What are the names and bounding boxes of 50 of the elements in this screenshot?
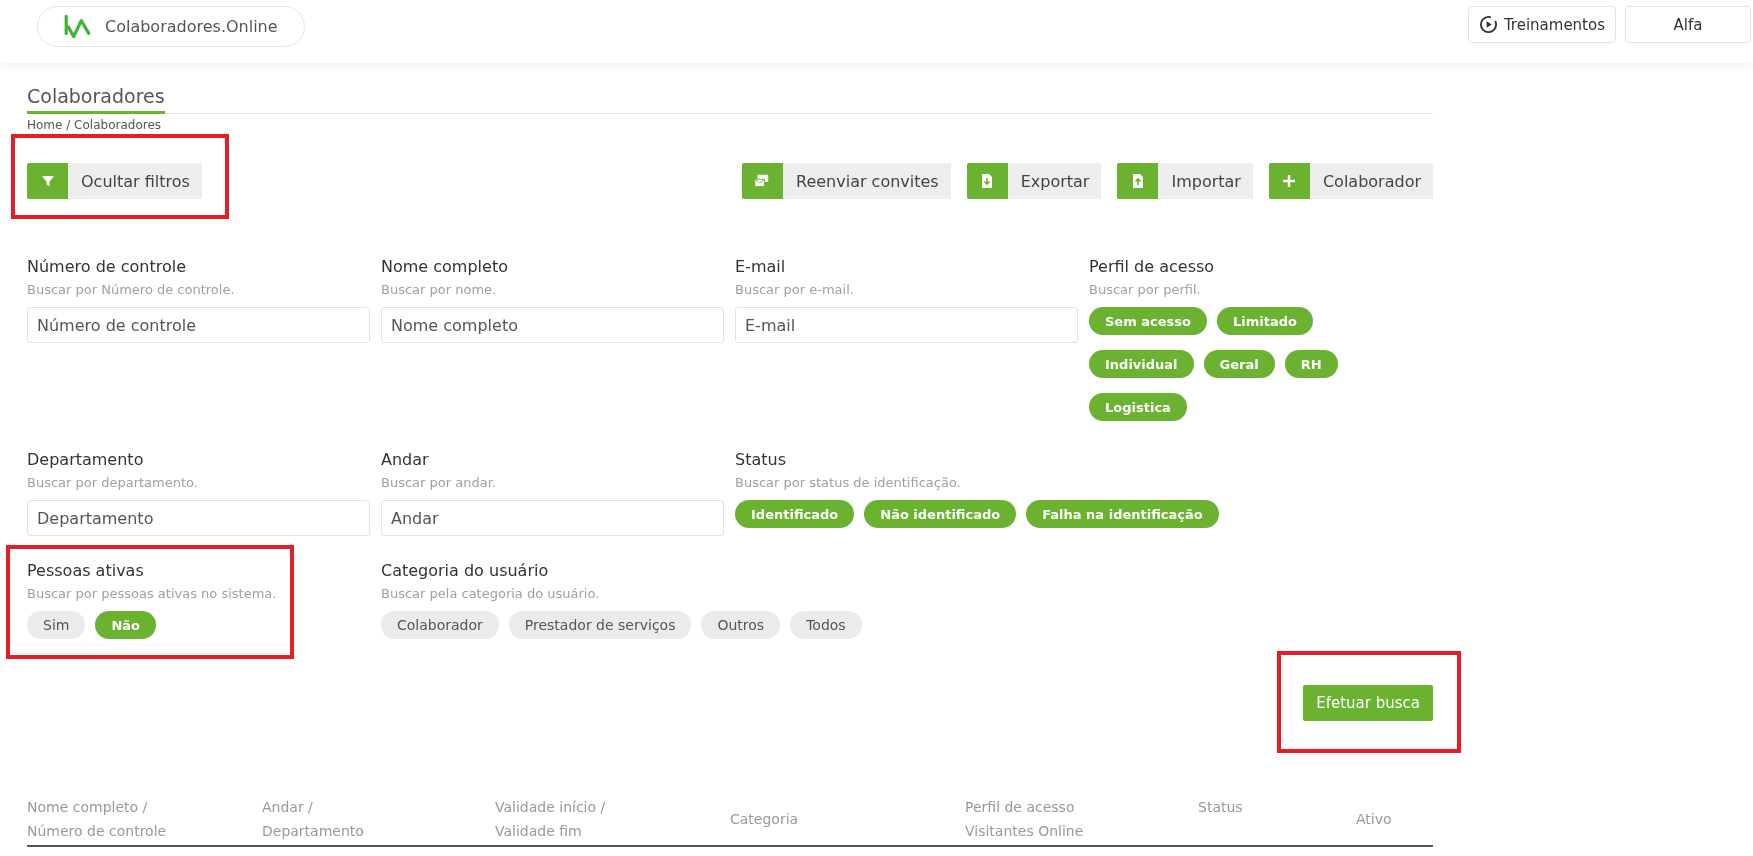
column-header: Perfil de acesso Visitantes Online — [965, 798, 1085, 841]
filter-hint: Buscar por Número de controle. — [27, 282, 236, 297]
filter-hint: Buscar por e-mail. — [735, 282, 855, 297]
text-input[interactable]: Andar — [381, 500, 724, 536]
filter-label: Andar — [381, 450, 430, 469]
filter-label: Categoria do usuário — [381, 561, 550, 580]
filter-label: Status — [735, 450, 787, 469]
filter-chip[interactable]: Todos — [790, 611, 862, 639]
filter-label: Departamento — [27, 450, 145, 469]
filter-label: Pessoas ativas — [27, 561, 145, 580]
breadcrumb: Home / Colaboradores — [27, 118, 163, 132]
filter-chip[interactable]: Colaborador — [381, 611, 499, 639]
filter-chip[interactable]: Sim — [27, 611, 86, 639]
filter-hint: Buscar por perfil. — [1089, 282, 1202, 297]
filter-label: Perfil de acesso — [1089, 257, 1216, 276]
column-header: Categoria — [730, 810, 800, 829]
text-input[interactable]: E-mail — [735, 307, 1078, 343]
plus-icon — [1281, 173, 1298, 189]
filter-hint: Buscar por nome. — [381, 282, 498, 297]
filter-hint: Buscar por pessoas ativas no sistema. — [27, 586, 277, 601]
action-button[interactable]: Importar — [1117, 163, 1253, 199]
action-button[interactable]: Reenviar convites — [742, 163, 951, 199]
filter-label: Número de controle — [27, 257, 188, 276]
text-input[interactable]: Departamento — [27, 500, 370, 536]
filter-hint: Buscar por andar. — [381, 475, 497, 490]
column-header: Nome completo / Número de controle — [27, 798, 168, 841]
text-input[interactable]: Nome completo — [381, 307, 724, 343]
header-button[interactable]: Alfa — [1625, 6, 1751, 43]
envelopes-icon — [754, 173, 771, 189]
filter-label: E-mail — [735, 257, 787, 276]
column-header: Andar / Departamento — [262, 798, 365, 841]
filter-label: Nome completo — [381, 257, 509, 276]
action-button[interactable]: Colaborador — [1268, 163, 1433, 199]
brand-name: Colaboradores.Online — [105, 17, 278, 36]
page-title: Colaboradores — [27, 85, 165, 114]
filter-hint: Buscar por status de identificação. — [735, 475, 962, 490]
filter-hint: Buscar pela categoria do usuário. — [381, 586, 601, 601]
column-header: Validade início / Validade fim — [495, 798, 607, 841]
filter-chip[interactable]: Prestador de serviços — [508, 611, 692, 639]
filter-icon — [39, 173, 56, 189]
text-input[interactable]: Número de controle — [27, 307, 370, 343]
column-header: Ativo — [1356, 810, 1393, 829]
filter-chip[interactable]: Outros — [701, 611, 781, 639]
logo-icon — [63, 13, 93, 40]
play-circle-icon — [1478, 15, 1498, 34]
hide-filters-button[interactable]: Ocultar filtros — [27, 163, 202, 199]
action-button[interactable]: Exportar — [966, 163, 1102, 199]
header-button[interactable]: Treinamentos — [1467, 6, 1616, 43]
filter-hint: Buscar por departamento. — [27, 475, 199, 490]
column-header: Status — [1198, 798, 1244, 817]
